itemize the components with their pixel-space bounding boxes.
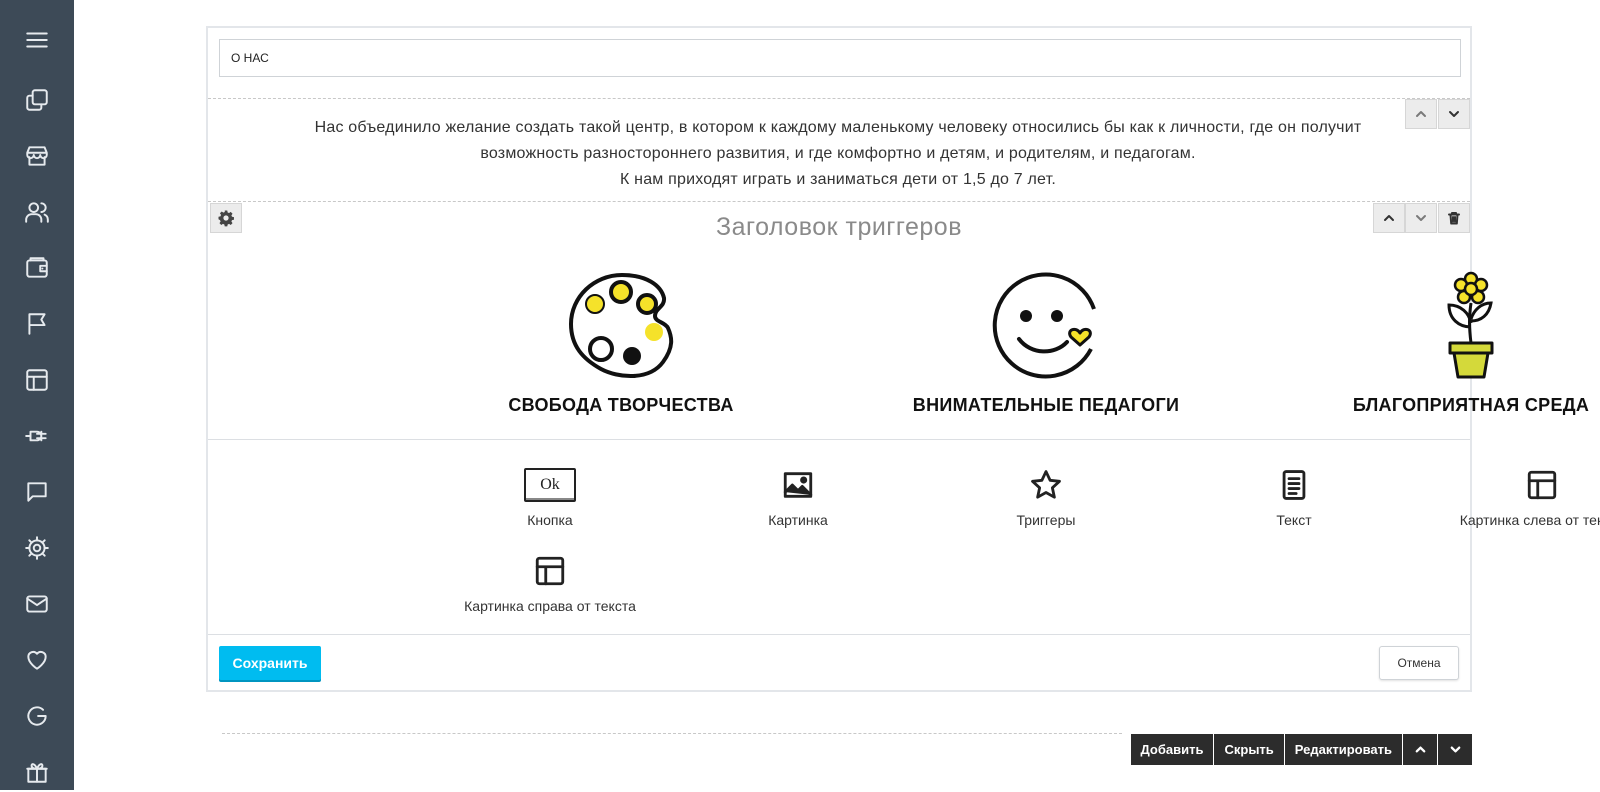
block-type-label: Триггеры <box>1016 512 1076 528</box>
button-ok-icon: Ok <box>524 468 576 502</box>
flower-pot-icon <box>1447 271 1494 379</box>
add-section-button[interactable]: Добавить <box>1130 734 1214 765</box>
trigger-label: БЛАГОПРИЯТНАЯ СРЕДА <box>1352 395 1590 415</box>
copy-icon[interactable] <box>0 80 74 120</box>
menu-icon[interactable] <box>0 20 74 60</box>
block-type-label: Картинка <box>768 512 828 528</box>
google-icon[interactable] <box>0 696 74 736</box>
chevron-up-icon <box>1416 111 1426 117</box>
trigger-item: ВНИМАТЕЛЬНЫЕ ПЕДАГОГИ <box>896 271 1196 416</box>
document-icon <box>1282 470 1306 500</box>
chevron-down-icon <box>1449 111 1459 117</box>
text-block[interactable]: Нас объединило желание создать такой цен… <box>208 98 1470 202</box>
add-triggers-block[interactable]: Триггеры <box>926 458 1166 528</box>
edit-section-button[interactable]: Редактировать <box>1284 734 1402 765</box>
triggers-title: Заголовок триггеров <box>716 213 962 241</box>
hide-section-button[interactable]: Скрыть <box>1214 734 1284 765</box>
palette-icon <box>568 272 674 379</box>
add-image-right-block[interactable]: Картинка справа от текста <box>430 544 670 614</box>
plug-icon[interactable] <box>0 416 74 456</box>
image-icon <box>783 472 813 498</box>
move-up-button[interactable] <box>1405 99 1437 129</box>
block-editor: Нас объединило желание создать такой цен… <box>206 26 1600 692</box>
store-icon[interactable] <box>0 136 74 176</box>
section-toolbar: Добавить Скрыть Редактировать <box>1130 734 1472 765</box>
save-button[interactable]: Сохранить <box>219 646 321 680</box>
gift-icon[interactable] <box>0 752 74 792</box>
text-block-content: Нас объединило желание создать такой цен… <box>248 115 1428 193</box>
move-down-button[interactable] <box>1438 99 1470 129</box>
layout-right-icon <box>535 556 565 586</box>
trigger-label: СВОБОДА ТВОРЧЕСТВА <box>508 395 734 415</box>
add-image-left-block[interactable]: Картинка слева от текста <box>1417 458 1600 528</box>
smiley-icon <box>992 272 1096 379</box>
cancel-button[interactable]: Отмена <box>1379 646 1459 680</box>
heart-icon[interactable] <box>0 640 74 680</box>
move-section-down-button[interactable] <box>1438 734 1472 765</box>
trigger-item: БЛАГОПРИЯТНАЯ СРЕДА <box>1321 271 1600 416</box>
trigger-item: СВОБОДА ТВОРЧЕСТВА <box>471 271 771 416</box>
layout-icon[interactable] <box>0 360 74 400</box>
paragraph-line: К нам приходят играть и заниматься дети … <box>620 171 1056 188</box>
section-divider <box>222 733 1122 734</box>
layout-left-icon <box>1527 470 1557 500</box>
paragraph-line: Нас объединило желание создать такой цен… <box>314 119 1362 136</box>
chevron-down-icon <box>1450 746 1460 753</box>
wallet-icon[interactable] <box>0 248 74 288</box>
users-icon[interactable] <box>0 192 74 232</box>
add-button-block[interactable]: Ok Кнопка <box>430 458 670 528</box>
sidebar <box>0 0 74 790</box>
chat-icon[interactable] <box>0 472 74 512</box>
block-type-label: Кнопка <box>527 512 573 528</box>
mail-icon[interactable] <box>0 584 74 624</box>
triggers-block[interactable]: Заголовок триггеров СВОБОДА ТВОРЧЕСТВА В… <box>208 203 1589 438</box>
block-type-label: Картинка справа от текста <box>464 598 636 614</box>
block-type-label: Картинка слева от текста <box>1459 512 1600 528</box>
section-title-input[interactable] <box>219 39 1461 77</box>
gear-icon[interactable] <box>0 528 74 568</box>
paragraph-line: возможность разностороннего развития, и … <box>480 145 1196 162</box>
move-section-up-button[interactable] <box>1403 734 1437 765</box>
block-type-label: Текст <box>1276 512 1312 528</box>
trigger-label: ВНИМАТЕЛЬНЫЕ ПЕДАГОГИ <box>912 395 1180 415</box>
star-icon <box>1031 470 1061 499</box>
block-type-picker: Ok Кнопка Картинка Триггеры Текст Картин… <box>208 439 1600 635</box>
add-image-block[interactable]: Картинка <box>678 458 918 528</box>
add-text-block[interactable]: Текст <box>1174 458 1414 528</box>
flag-icon[interactable] <box>0 304 74 344</box>
chevron-up-icon <box>1415 746 1425 753</box>
